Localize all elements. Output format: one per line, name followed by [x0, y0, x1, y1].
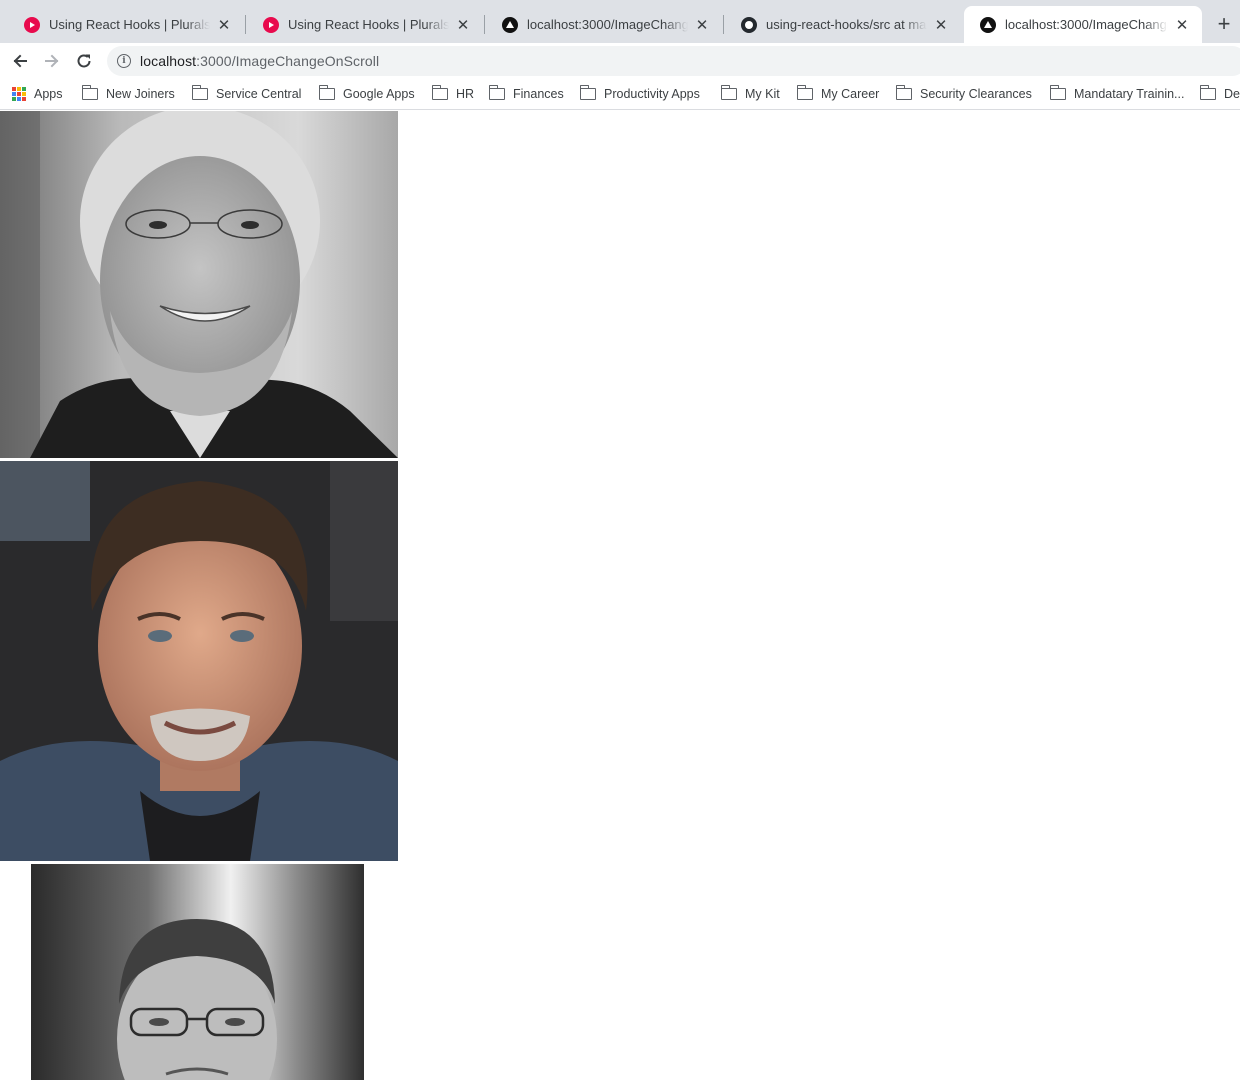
- bookmark-folder[interactable]: New Joiners: [81, 85, 175, 103]
- reload-button[interactable]: [71, 48, 97, 74]
- forward-arrow-icon: [45, 54, 59, 68]
- back-button[interactable]: [7, 48, 33, 74]
- tab-title: using-react-hooks/src at main: [766, 17, 927, 32]
- bookmark-label: Security Clearances: [920, 87, 1032, 101]
- bookmark-folder[interactable]: HR: [431, 85, 475, 103]
- close-icon[interactable]: ✕: [455, 17, 471, 34]
- url-path: :3000/ImageChangeOnScroll: [196, 53, 380, 69]
- bookmark-label: Productivity Apps: [604, 87, 700, 101]
- url-text[interactable]: localhost:3000/ImageChangeOnScroll: [140, 53, 379, 69]
- folder-icon: [895, 85, 912, 100]
- tab-5-active[interactable]: localhost:3000/ImageChangeOnScroll ✕: [964, 6, 1202, 43]
- bookmark-label: De: [1224, 87, 1240, 101]
- speaker-photo-2-graphic: [0, 461, 398, 861]
- tab-title: localhost:3000/ImageChangeOnScroll: [527, 17, 688, 32]
- url-host: localhost: [140, 53, 197, 69]
- new-tab-icon[interactable]: +: [1212, 12, 1236, 36]
- tab-title: localhost:3000/ImageChangeOnScroll: [1005, 17, 1168, 32]
- tab-separator: [245, 15, 246, 34]
- speaker-photo-3: [31, 864, 364, 1080]
- tab-separator: [723, 15, 724, 34]
- close-icon[interactable]: ✕: [216, 17, 232, 34]
- tab-3[interactable]: localhost:3000/ImageChangeOnScroll ✕: [486, 6, 722, 43]
- pluralsight-icon: [263, 16, 279, 33]
- bookmark-folder[interactable]: Productivity Apps: [579, 85, 700, 103]
- forward-button[interactable]: [39, 48, 65, 74]
- pluralsight-icon: [24, 16, 40, 33]
- tab-2[interactable]: Using React Hooks | Pluralsight ✕: [247, 6, 483, 43]
- bookmark-folder[interactable]: Security Clearances: [895, 85, 1032, 103]
- tab-title: Using React Hooks | Pluralsight: [49, 17, 210, 32]
- speaker-photo-1-graphic: [0, 111, 398, 458]
- folder-icon: [720, 85, 737, 100]
- bookmark-label: New Joiners: [106, 87, 175, 101]
- bookmark-folder[interactable]: My Career: [796, 85, 880, 103]
- folder-icon: [318, 85, 335, 100]
- speaker-photo-1: [0, 111, 398, 458]
- bookmark-label: Google Apps: [343, 87, 415, 101]
- bookmark-label: My Kit: [745, 87, 780, 101]
- bookmark-label: Apps: [34, 87, 63, 101]
- close-icon[interactable]: ✕: [933, 17, 949, 34]
- folder-icon: [1049, 85, 1066, 100]
- page-content: [0, 111, 1240, 1080]
- bookmark-label: Mandatary Trainin...: [1074, 87, 1185, 101]
- tab-title: Using React Hooks | Pluralsight: [288, 17, 449, 32]
- bookmark-apps[interactable]: Apps: [12, 85, 63, 103]
- speaker-photo-2: [0, 461, 398, 861]
- folder-icon: [81, 85, 98, 100]
- bookmark-folder[interactable]: De: [1199, 85, 1240, 103]
- close-icon[interactable]: ✕: [694, 17, 710, 34]
- bookmark-folder[interactable]: Google Apps: [318, 85, 415, 103]
- bookmarks-bar: Apps New Joiners Service Central Google …: [0, 78, 1240, 110]
- browser-toolbar: i localhost:3000/ImageChangeOnScroll: [0, 43, 1240, 78]
- bookmark-label: Service Central: [216, 87, 302, 101]
- back-arrow-icon: [13, 54, 27, 68]
- bookmark-label: Finances: [513, 87, 564, 101]
- bookmark-label: HR: [456, 87, 475, 101]
- nextjs-icon: [502, 16, 518, 33]
- folder-icon: [191, 85, 208, 100]
- speaker-photo-3-graphic: [31, 864, 364, 1080]
- reload-icon: [77, 54, 91, 68]
- folder-icon: [796, 85, 813, 100]
- tab-4[interactable]: using-react-hooks/src at main ✕: [725, 6, 961, 43]
- bookmark-folder[interactable]: Service Central: [191, 85, 302, 103]
- address-bar[interactable]: i localhost:3000/ImageChangeOnScroll: [107, 46, 1240, 76]
- bookmark-folder[interactable]: My Kit: [720, 85, 780, 103]
- bookmark-label: My Career: [821, 87, 880, 101]
- folder-icon: [488, 85, 505, 100]
- bookmark-folder[interactable]: Mandatary Trainin...: [1049, 85, 1185, 103]
- github-icon: [741, 16, 757, 33]
- folder-icon: [579, 85, 596, 100]
- nextjs-icon: [980, 16, 996, 33]
- bookmark-folder[interactable]: Finances: [488, 85, 564, 103]
- info-icon[interactable]: i: [117, 54, 131, 68]
- close-icon[interactable]: ✕: [1174, 17, 1190, 34]
- folder-icon: [431, 85, 448, 100]
- apps-grid-icon: [12, 87, 26, 101]
- tab-1[interactable]: Using React Hooks | Pluralsight ✕: [8, 6, 244, 43]
- tab-separator: [484, 15, 485, 34]
- tab-strip: Using React Hooks | Pluralsight ✕ Using …: [0, 0, 1240, 43]
- folder-icon: [1199, 85, 1216, 100]
